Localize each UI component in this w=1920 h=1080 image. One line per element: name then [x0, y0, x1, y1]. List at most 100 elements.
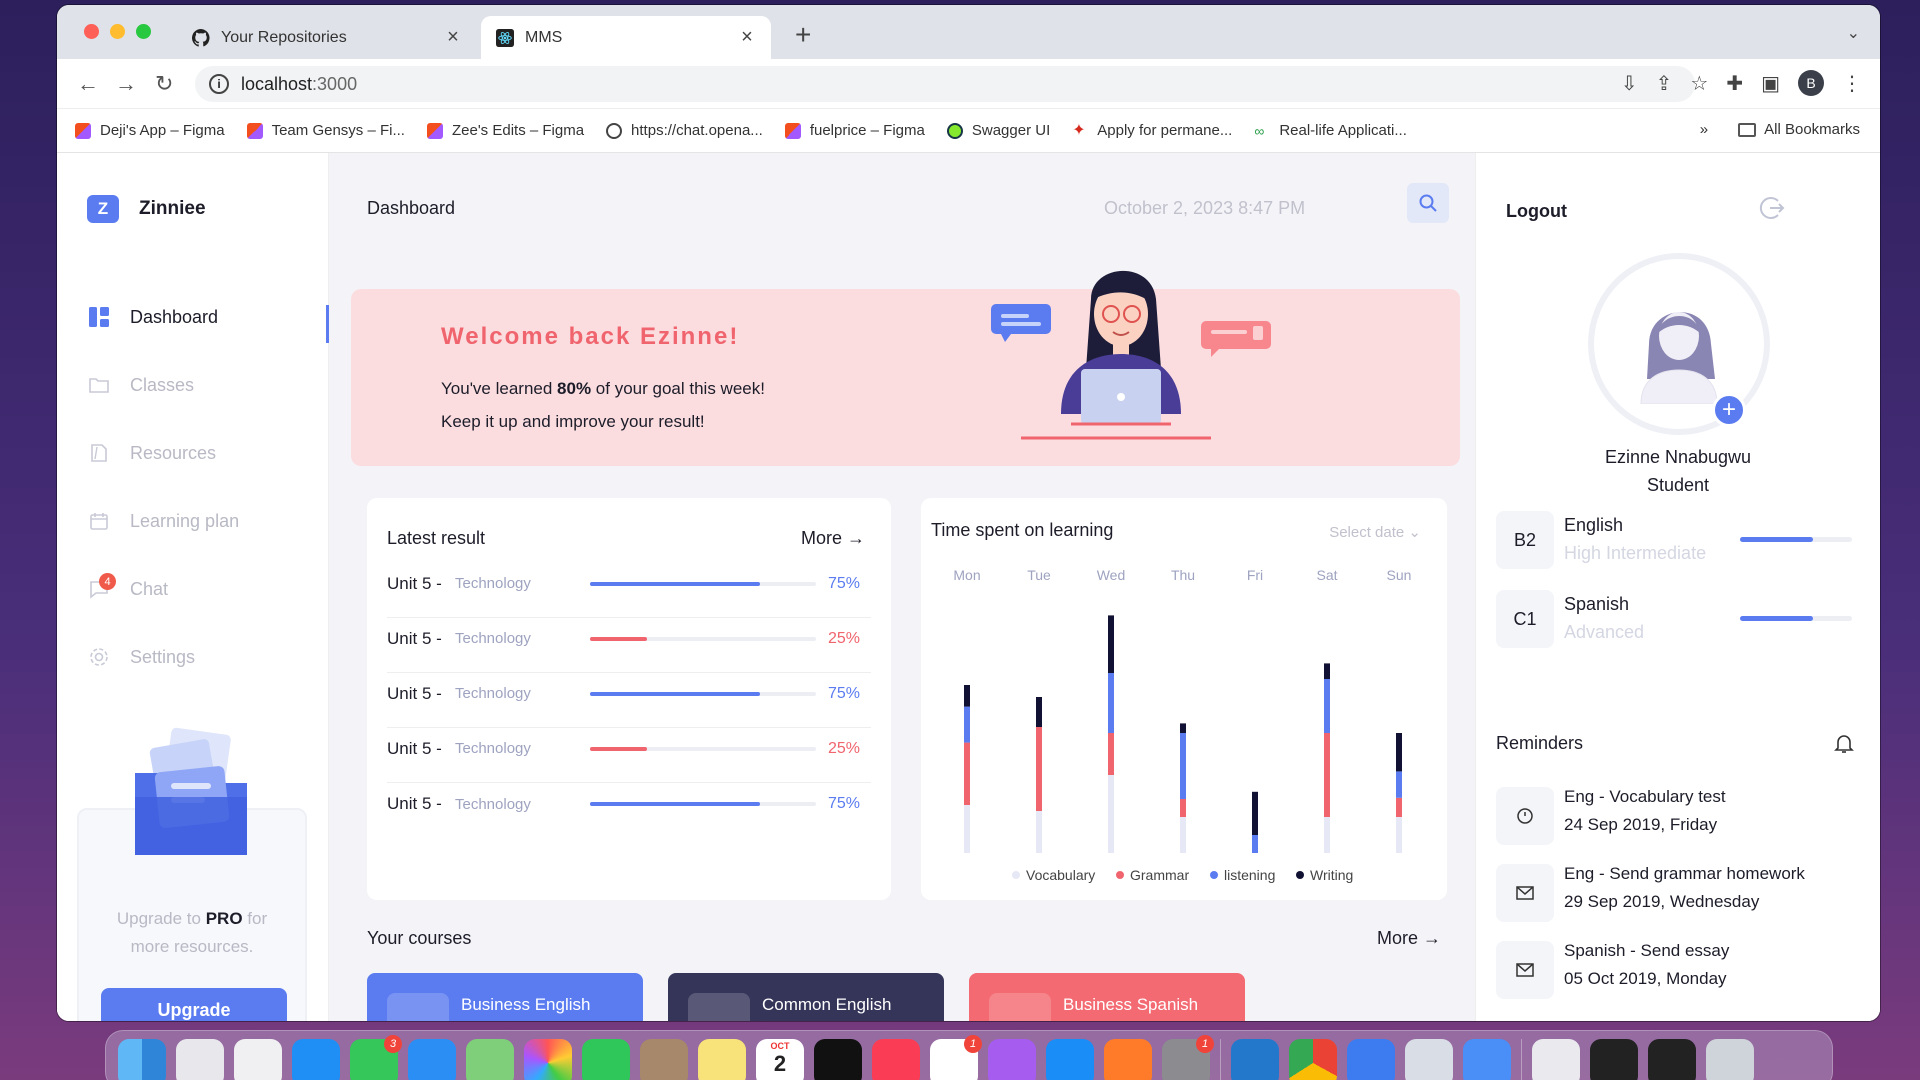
all-bookmarks-button[interactable]: All Bookmarks: [1738, 121, 1860, 138]
course-card[interactable]: B2 Business English: [367, 973, 643, 1021]
courses-more-link[interactable]: More →: [1377, 928, 1441, 949]
tab-close-icon[interactable]: ×: [737, 26, 757, 49]
logout-icon[interactable]: [1756, 193, 1786, 223]
safari-icon[interactable]: [292, 1039, 340, 1080]
document-icon[interactable]: [1532, 1039, 1580, 1080]
chart-bar-segment[interactable]: [1180, 817, 1186, 853]
reminder-item[interactable]: Spanish - Send essay 05 Oct 2019, Monday: [1496, 937, 1876, 999]
chart-bar-segment[interactable]: [1108, 615, 1114, 673]
vscode-icon[interactable]: [1231, 1039, 1279, 1080]
side-panel-icon[interactable]: ▣: [1761, 71, 1780, 96]
minimize-window-button[interactable]: [110, 24, 125, 39]
sidebar-item-learning-plan[interactable]: Learning plan: [87, 487, 329, 555]
extensions-icon[interactable]: ✚: [1726, 71, 1743, 96]
podcasts-icon[interactable]: [988, 1039, 1036, 1080]
mail-icon[interactable]: [408, 1039, 456, 1080]
news-icon[interactable]: [234, 1039, 282, 1080]
site-info-icon[interactable]: i: [209, 74, 229, 94]
chart-bar-segment[interactable]: [1396, 817, 1402, 853]
chart-bar-segment[interactable]: [1252, 835, 1258, 853]
system-settings-icon[interactable]: 1: [1162, 1035, 1214, 1080]
add-photo-button[interactable]: +: [1712, 393, 1746, 427]
language-item[interactable]: B2 English High Intermediate: [1496, 511, 1866, 571]
bookmark-item[interactable]: Team Gensys – Fi...: [246, 122, 405, 139]
result-row[interactable]: Unit 5 - Technology 75%: [387, 770, 871, 838]
chart-bar-segment[interactable]: [1036, 811, 1042, 853]
tab-mms[interactable]: MMS ×: [481, 16, 771, 59]
chart-bar-segment[interactable]: [964, 805, 970, 853]
facetime-icon[interactable]: [582, 1039, 630, 1080]
firefox-icon[interactable]: [1104, 1039, 1152, 1080]
app-store-icon[interactable]: [1046, 1039, 1094, 1080]
maps-icon[interactable]: [466, 1039, 514, 1080]
chart-bar-segment[interactable]: [1396, 771, 1402, 798]
sidebar-item-classes[interactable]: Classes: [87, 351, 329, 419]
profile-avatar[interactable]: B: [1798, 70, 1824, 96]
calendar-icon[interactable]: OCT 2: [756, 1039, 804, 1080]
chart-bar-segment[interactable]: [1396, 797, 1402, 817]
sidebar-item-settings[interactable]: Settings: [87, 623, 329, 691]
chart-bar-segment[interactable]: [964, 706, 970, 743]
finder-icon[interactable]: [118, 1039, 166, 1080]
search-button[interactable]: [1407, 183, 1449, 223]
zoom-window-button[interactable]: [136, 24, 151, 39]
apple-tv-icon[interactable]: [814, 1039, 862, 1080]
sidebar-item-dashboard[interactable]: Dashboard: [87, 283, 329, 351]
chart-bar-segment[interactable]: [1108, 673, 1114, 733]
preview-icon[interactable]: [1405, 1039, 1453, 1080]
bookmark-item[interactable]: https://chat.opena...: [606, 122, 763, 139]
bookmark-star-icon[interactable]: ☆: [1690, 71, 1708, 96]
xcode-icon[interactable]: [1347, 1039, 1395, 1080]
bookmark-item[interactable]: ✦ Apply for permane...: [1072, 122, 1232, 139]
bookmark-item[interactable]: ∞ Real-life Applicati...: [1254, 122, 1407, 139]
tab-your-repositories[interactable]: Your Repositories ×: [177, 16, 477, 59]
chart-bar-segment[interactable]: [1324, 663, 1330, 679]
launchpad-icon[interactable]: [176, 1039, 224, 1080]
course-card[interactable]: B2 Common English: [668, 973, 944, 1021]
brand-logo[interactable]: Z Zinniee: [87, 195, 206, 223]
photos-icon[interactable]: [524, 1039, 572, 1080]
simulator-icon[interactable]: [1463, 1039, 1511, 1080]
chart-bar-segment[interactable]: [1180, 723, 1186, 733]
reload-button[interactable]: ↻: [155, 71, 173, 97]
contacts-icon[interactable]: [640, 1039, 688, 1080]
chart-bar-segment[interactable]: [1108, 775, 1114, 853]
language-item[interactable]: C1 Spanish Advanced: [1496, 590, 1866, 650]
close-window-button[interactable]: [84, 24, 99, 39]
bell-icon[interactable]: [1832, 731, 1856, 755]
bookmark-item[interactable]: fuelprice – Figma: [784, 122, 925, 139]
sidebar-item-resources[interactable]: Resources: [87, 419, 329, 487]
chart-bar-segment[interactable]: [1180, 799, 1186, 817]
terminal-window-icon[interactable]: [1590, 1039, 1638, 1080]
chart-bar-segment[interactable]: [964, 685, 970, 707]
tab-search-chevron-icon[interactable]: ⌄: [1847, 23, 1860, 43]
bookmark-item[interactable]: Swagger UI: [946, 122, 1050, 139]
chart-bar-segment[interactable]: [1324, 733, 1330, 817]
chart-bar-segment[interactable]: [1036, 727, 1042, 811]
back-button[interactable]: ←: [77, 71, 99, 97]
chart-bar-segment[interactable]: [1180, 733, 1186, 799]
sidebar-item-chat[interactable]: 4 Chat: [87, 555, 329, 623]
bookmarks-overflow-button[interactable]: »: [1700, 121, 1708, 138]
chrome-icon[interactable]: [1289, 1039, 1337, 1080]
chart-bar-segment[interactable]: [964, 742, 970, 805]
terminal-window-icon[interactable]: [1648, 1039, 1696, 1080]
forward-button[interactable]: →: [115, 71, 137, 97]
logout-button[interactable]: Logout: [1506, 201, 1567, 222]
latest-result-more-link[interactable]: More →: [801, 528, 865, 549]
chart-bar-segment[interactable]: [1324, 817, 1330, 853]
chart-bar-segment[interactable]: [1036, 697, 1042, 727]
bookmark-item[interactable]: Zee's Edits – Figma: [426, 122, 584, 139]
notes-icon[interactable]: [698, 1039, 746, 1080]
address-bar[interactable]: i localhost:3000: [195, 66, 1695, 102]
share-icon[interactable]: ⇪: [1656, 71, 1673, 96]
trash-icon[interactable]: [1706, 1039, 1754, 1080]
browser-menu-icon[interactable]: ⋮: [1842, 71, 1862, 96]
tab-close-icon[interactable]: ×: [443, 26, 463, 49]
messages-icon[interactable]: 3: [350, 1035, 402, 1080]
chart-bar-segment[interactable]: [1324, 679, 1330, 733]
reminder-item[interactable]: Eng - Send grammar homework 29 Sep 2019, …: [1496, 860, 1876, 922]
new-tab-button[interactable]: +: [795, 19, 811, 51]
upgrade-button[interactable]: Upgrade: [101, 988, 287, 1021]
reminders-icon[interactable]: 1: [930, 1035, 982, 1080]
